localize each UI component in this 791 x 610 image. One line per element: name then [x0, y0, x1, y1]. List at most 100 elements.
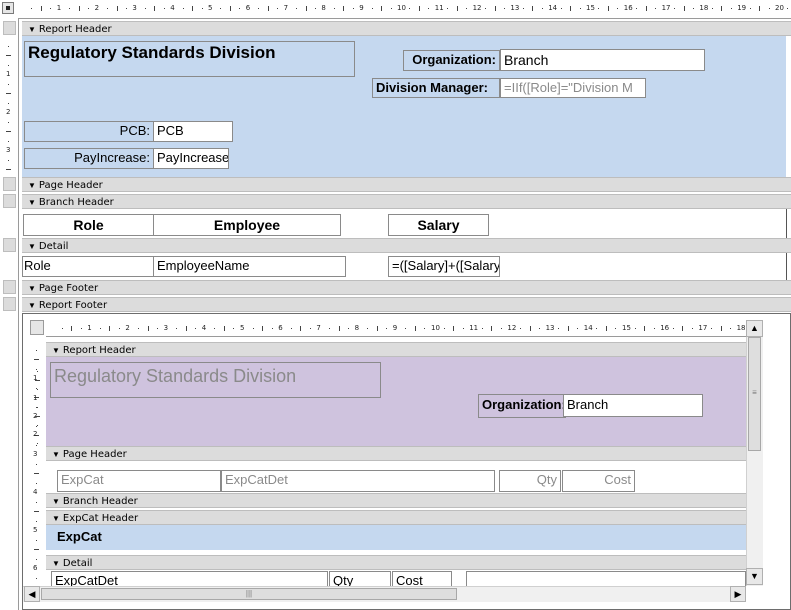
subreport-detail-extra-field[interactable]: [466, 571, 746, 586]
subreport-report-header-band[interactable]: ▼ Report Header: [46, 342, 746, 357]
column-header-role[interactable]: Role: [23, 214, 154, 236]
ruler-dot: [655, 8, 657, 9]
section-selector[interactable]: [3, 280, 16, 294]
subreport-inner-ruler: 12: [32, 362, 44, 446]
scroll-up-icon[interactable]: ▲: [746, 320, 763, 337]
ruler-tick-label: 5: [208, 4, 213, 12]
scroll-down-icon[interactable]: ▼: [746, 568, 763, 585]
ruler-dot: [682, 326, 684, 331]
section-arrow-icon: ▼: [28, 198, 36, 207]
subreport-detail-band[interactable]: ▼ Detail: [46, 555, 746, 570]
subreport-detail-qty[interactable]: Qty: [329, 571, 391, 586]
subreport-horizontal-ruler[interactable]: 1 2 3 4 5 6 7 8 9 10 11 12 13 14 15 16 17 18: [46, 320, 746, 337]
ruler-tick-label: 3: [132, 4, 137, 12]
subreport-organization-field[interactable]: Branch: [563, 394, 703, 417]
ruler-dot: [466, 8, 468, 9]
page-header-band[interactable]: ▼ Page Header: [22, 177, 791, 192]
ruler-dot: [348, 328, 350, 329]
detail-role-field[interactable]: Role: [22, 256, 154, 277]
ruler-dot: [674, 8, 676, 9]
ruler-dot: [692, 8, 694, 9]
organization-field[interactable]: Branch: [500, 49, 705, 71]
section-selector[interactable]: [3, 194, 16, 208]
ruler-dot: [787, 8, 789, 9]
ruler-tick-label: 15: [586, 4, 595, 12]
section-selector[interactable]: [3, 297, 16, 311]
page-footer-band[interactable]: ▼ Page Footer: [22, 280, 791, 295]
subreport-ph-cost[interactable]: Cost: [562, 470, 635, 492]
ruler-tick-label: 6: [33, 564, 38, 572]
report-header-band[interactable]: ▼ Report Header: [22, 21, 791, 36]
column-header-employee[interactable]: Employee: [153, 214, 341, 236]
select-report-icon[interactable]: [2, 2, 14, 14]
pcb-field[interactable]: PCB: [153, 121, 233, 142]
ruler-dot: [214, 328, 216, 329]
subreport-title[interactable]: Regulatory Standards Division: [50, 362, 381, 398]
ruler-dot: [456, 6, 458, 11]
ruler-dot: [730, 8, 732, 9]
ruler-dot: [645, 6, 647, 11]
payincrease-field[interactable]: PayIncrease: [153, 148, 229, 169]
subreport-ph-expcat[interactable]: ExpCat: [57, 470, 221, 492]
report-title[interactable]: Regulatory Standards Division: [24, 41, 355, 77]
ruler-tick-label: 10: [397, 4, 406, 12]
vertical-ruler[interactable]: 1 2 3: [0, 18, 19, 610]
ruler-dot: [605, 326, 607, 331]
column-header-salary[interactable]: Salary: [388, 214, 489, 236]
ruler-dot: [8, 121, 9, 123]
organization-label[interactable]: Organization:: [403, 50, 500, 71]
ruler-dot: [305, 6, 307, 11]
subreport-ph-expcatdet[interactable]: ExpCatDet: [221, 470, 495, 492]
division-manager-label[interactable]: Division Manager:: [372, 78, 500, 98]
vertical-scroll-thumb[interactable]: ≡: [748, 337, 761, 451]
ruler-dot: [683, 6, 685, 11]
ruler-dot: [6, 169, 11, 170]
section-arrow-icon: ▼: [52, 450, 60, 459]
subreport-select-icon[interactable]: [30, 320, 44, 335]
report-footer-band[interactable]: ▼ Report Footer: [22, 297, 791, 312]
scroll-right-icon[interactable]: ▶: [730, 586, 746, 602]
subreport-detail-section[interactable]: ExpCatDet Qty Cost: [46, 570, 746, 586]
ruler-dot: [8, 45, 9, 47]
subreport-ph-qty[interactable]: Qty: [499, 470, 561, 492]
ruler-dot: [239, 8, 241, 9]
detail-salary-field[interactable]: =([Salary]+([Salary: [388, 256, 500, 277]
ruler-dot: [157, 328, 159, 329]
ruler-dot: [333, 8, 335, 9]
subreport-organization-label[interactable]: Organization:: [478, 394, 566, 418]
subreport-page-header-band[interactable]: ▼ Page Header: [46, 446, 746, 461]
subreport-expcat-field[interactable]: ExpCat: [53, 527, 143, 548]
branch-header-band[interactable]: ▼ Branch Header: [22, 194, 791, 209]
pcb-label[interactable]: PCB:: [24, 121, 154, 142]
subreport-detail-cost[interactable]: Cost: [392, 571, 452, 586]
section-selector[interactable]: [3, 238, 16, 252]
detail-employee-field[interactable]: EmployeeName: [153, 256, 346, 277]
subreport-branch-header-band[interactable]: ▼ Branch Header: [46, 493, 746, 508]
ruler-dot: [8, 64, 9, 66]
section-selector[interactable]: [3, 21, 16, 35]
ruler-dot: [233, 328, 235, 329]
section-selector[interactable]: [3, 177, 16, 191]
horizontal-ruler[interactable]: 1 2 3 4 5 6 7 8 9 10 11 12 13 14 15 16 17 18 19 20: [0, 0, 791, 19]
subreport-detail-expcatdet[interactable]: ExpCatDet: [51, 571, 328, 586]
ruler-dot: [88, 8, 90, 9]
ruler-dot: [182, 8, 184, 9]
ruler-tick-label: 1: [87, 324, 92, 332]
scroll-left-icon[interactable]: ◀: [24, 586, 40, 602]
division-manager-field[interactable]: =IIf([Role]="Division M: [500, 78, 646, 98]
ruler-dot: [453, 326, 455, 331]
ruler-dot: [36, 539, 37, 541]
ruler-tick-label: 14: [583, 324, 593, 332]
subreport-expcat-header-section[interactable]: [46, 525, 746, 550]
ruler-dot: [749, 8, 751, 9]
ruler-dot: [720, 326, 722, 331]
horizontal-scroll-thumb[interactable]: |||: [41, 588, 457, 600]
detail-band[interactable]: ▼ Detail: [22, 238, 791, 253]
ruler-dot: [607, 6, 609, 11]
subreport-expcat-header-band[interactable]: ▼ ExpCat Header: [46, 510, 746, 525]
payincrease-label[interactable]: PayIncrease:: [24, 148, 154, 169]
ruler-dot: [343, 6, 345, 11]
ruler-dot: [371, 8, 373, 9]
ruler-dot: [296, 8, 298, 9]
ruler-dot: [428, 8, 430, 9]
